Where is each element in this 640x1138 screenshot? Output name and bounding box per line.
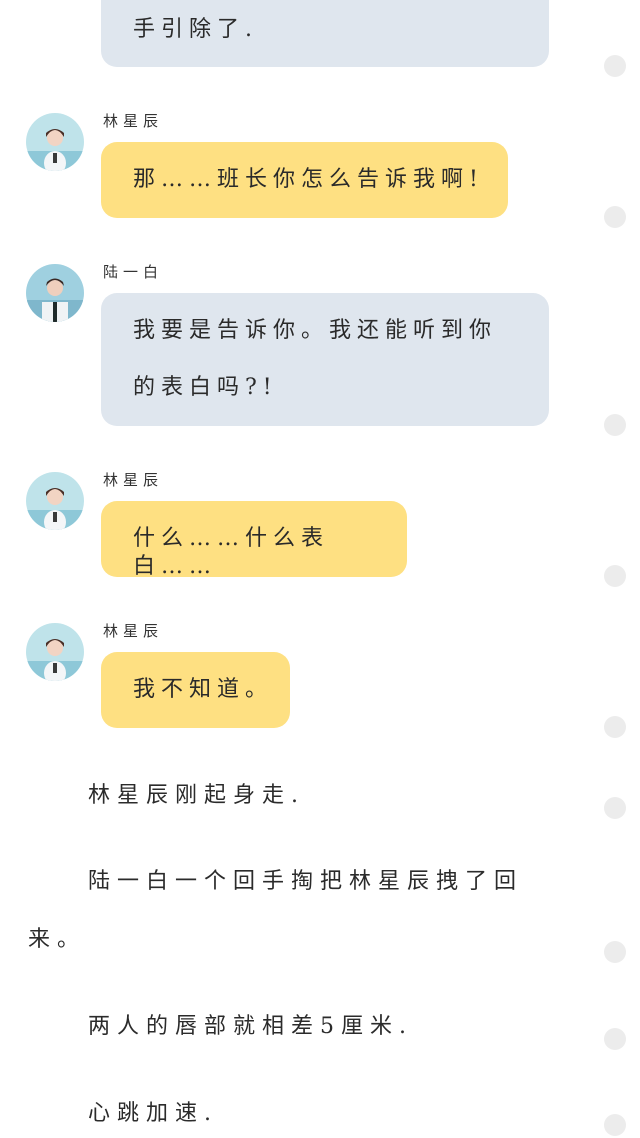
scroll-dot[interactable] [604, 565, 626, 587]
message-text: 我不知道。 [133, 677, 274, 702]
scroll-dot[interactable] [604, 55, 626, 77]
message-text: 什么……什么表白…… [133, 526, 330, 579]
avatar-lin-xingchen[interactable] [26, 113, 84, 171]
narration-paragraph: 两人的唇部就相差5厘米. [88, 1014, 413, 1039]
scroll-dot[interactable] [604, 797, 626, 819]
avatar-lin-xingchen[interactable] [26, 472, 84, 530]
narration-paragraph: 心跳加速. [88, 1101, 218, 1126]
message-bubble: 我要是告诉你。我还能听到你 的表白吗?! [101, 293, 549, 426]
message-bubble: 手引除了. [101, 0, 549, 67]
message-text: 那……班长你怎么告诉我啊! [133, 167, 484, 192]
narration-paragraph: 陆一白一个回手掏把林星辰拽了回 [88, 869, 524, 894]
narration-paragraph: 来。 [28, 927, 87, 952]
scroll-dot[interactable] [604, 206, 626, 228]
scroll-dot[interactable] [604, 414, 626, 436]
scroll-dot[interactable] [604, 716, 626, 738]
scroll-dot[interactable] [604, 1028, 626, 1050]
sender-name: 林星辰 [103, 112, 164, 130]
message-text-line: 我要是告诉你。我还能听到你 [133, 318, 498, 343]
sender-name: 陆一白 [103, 263, 164, 281]
message-text-line: 的表白吗?! [133, 375, 278, 400]
scroll-dot[interactable] [604, 941, 626, 963]
message-text: 手引除了. [133, 17, 258, 42]
narration-paragraph: 林星辰刚起身走. [88, 783, 305, 808]
sender-name: 林星辰 [103, 471, 164, 489]
avatar-lin-xingchen[interactable] [26, 623, 84, 681]
scroll-dot[interactable] [604, 1114, 626, 1136]
message-bubble: 我不知道。 [101, 652, 290, 728]
message-bubble: 什么……什么表白…… [101, 501, 407, 579]
sender-name: 林星辰 [103, 622, 164, 640]
avatar-lu-yibai[interactable] [26, 264, 84, 322]
message-bubble: 那……班长你怎么告诉我啊! [101, 142, 508, 218]
